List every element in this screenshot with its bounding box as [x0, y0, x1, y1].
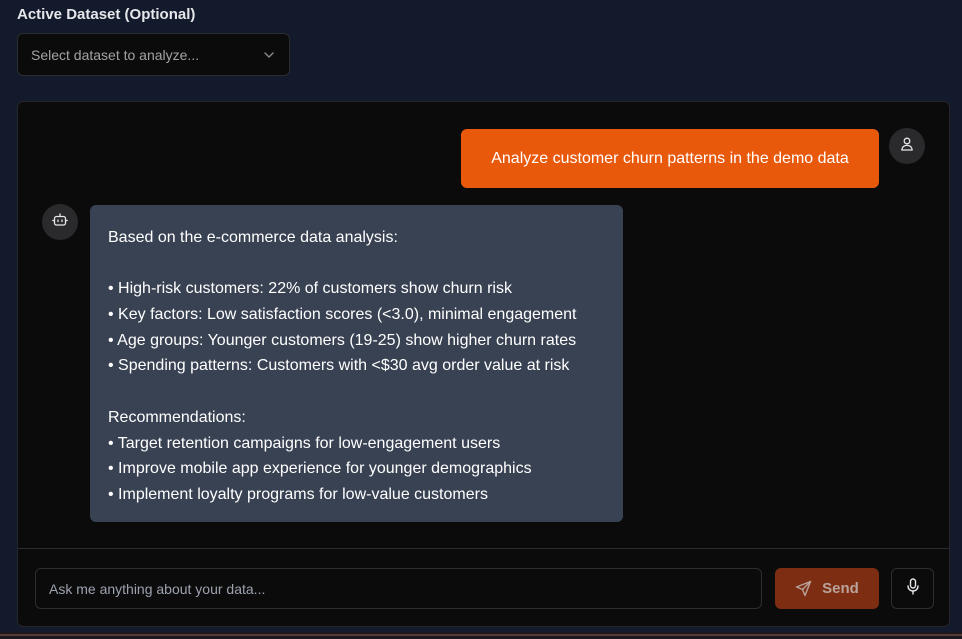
- window-bottom-edge: [0, 632, 962, 639]
- assistant-message-line: • High-risk customers: 22% of customers …: [108, 280, 512, 298]
- assistant-message-line: • Key factors: Low satisfaction scores (…: [108, 306, 577, 324]
- send-button[interactable]: Send: [775, 568, 879, 609]
- dataset-label: Active Dataset (Optional): [17, 6, 196, 23]
- bot-icon: [52, 212, 68, 233]
- chevron-down-icon: [263, 49, 275, 61]
- assistant-message-bubble: Based on the e-commerce data analysis: •…: [90, 205, 623, 522]
- paper-plane-icon: [795, 580, 812, 597]
- dataset-select-placeholder: Select dataset to analyze...: [31, 46, 200, 63]
- bottom-accent-line: [0, 634, 962, 636]
- user-message-text: Analyze customer churn patterns in the d…: [491, 149, 849, 167]
- user-icon: [899, 136, 915, 157]
- assistant-message-line: Based on the e-commerce data analysis:: [108, 229, 398, 246]
- assistant-avatar: [42, 204, 78, 240]
- chat-panel: Analyze customer churn patterns in the d…: [17, 101, 950, 627]
- send-button-label: Send: [822, 580, 859, 597]
- microphone-button[interactable]: [891, 568, 934, 609]
- analytics-chat-page: Active Dataset (Optional) Select dataset…: [0, 0, 962, 639]
- composer-bar: Send: [18, 548, 949, 626]
- user-message-bubble: Analyze customer churn patterns in the d…: [461, 129, 879, 188]
- assistant-message-line: • Target retention campaigns for low-eng…: [108, 434, 501, 452]
- microphone-icon: [906, 577, 920, 600]
- dataset-select[interactable]: Select dataset to analyze...: [17, 33, 290, 76]
- chat-input[interactable]: [35, 568, 762, 609]
- user-avatar: [889, 128, 925, 164]
- assistant-message-line: [108, 379, 606, 405]
- assistant-message-line: • Age groups: Younger customers (19-25) …: [108, 331, 577, 349]
- assistant-message-line: Recommendations:: [108, 408, 246, 426]
- assistant-message-line: • Improve mobile app experience for youn…: [108, 460, 532, 478]
- assistant-message-line: • Implement loyalty programs for low-val…: [108, 485, 488, 503]
- assistant-message-line: • Spending patterns: Customers with <$30…: [108, 357, 570, 375]
- assistant-message-line: [108, 251, 606, 277]
